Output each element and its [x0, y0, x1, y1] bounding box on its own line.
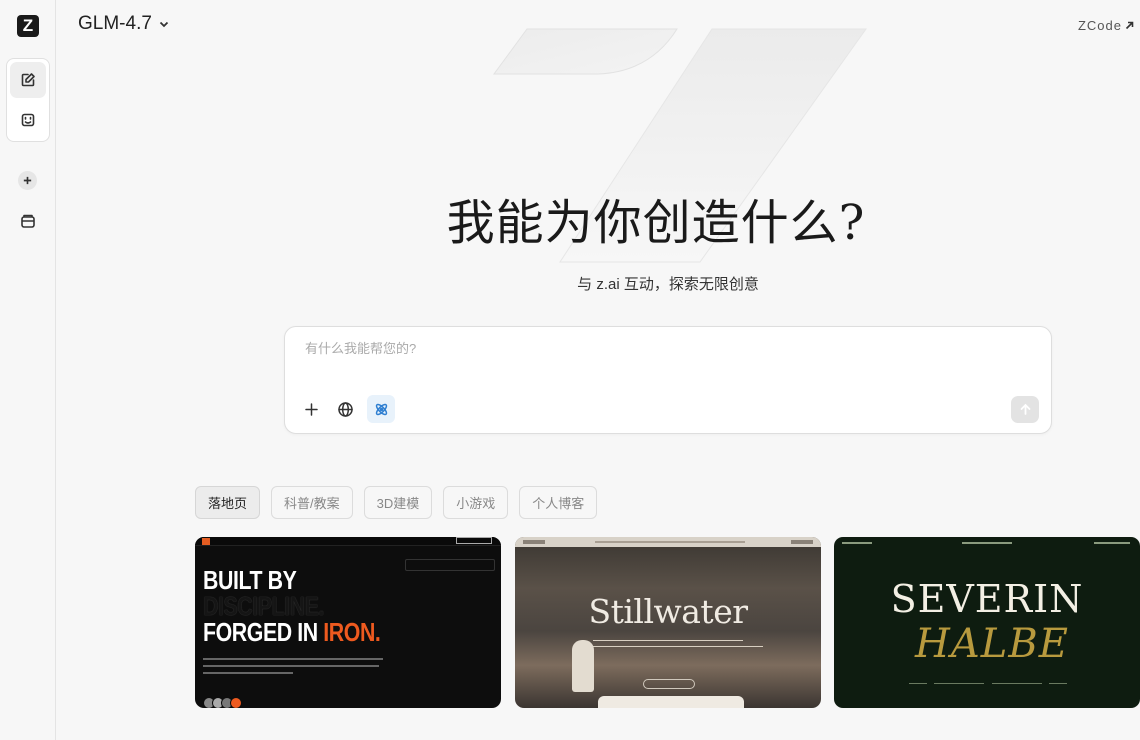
card-search-bar	[405, 559, 495, 571]
card-cta-button	[456, 537, 492, 544]
divider	[909, 683, 927, 684]
category-tabs: 落地页 科普/教案 3D建模 小游戏 个人博客	[195, 486, 598, 519]
avatar	[230, 697, 242, 708]
hero-subtitle: 与 z.ai 互动，探索无限创意	[577, 276, 759, 293]
web-search-button[interactable]	[331, 395, 359, 423]
zcode-link[interactable]: ZCode	[1078, 18, 1135, 33]
arrow-up-icon	[1020, 403, 1030, 415]
new-chat-button[interactable]	[10, 62, 46, 98]
card-body-text-lines	[203, 658, 393, 674]
divider	[1049, 683, 1067, 684]
example-card-stillwater[interactable]: Stillwater	[515, 537, 821, 708]
card-headline-3b: IRON.	[323, 617, 381, 647]
arrow-up-right-icon	[1125, 21, 1134, 30]
card-bottom-bar	[598, 696, 744, 708]
category-tab-3d-modeling[interactable]: 3D建模	[363, 486, 433, 519]
card-nav-bar	[515, 537, 821, 547]
divider	[934, 683, 984, 684]
hero-title: 我能为你创造什么?	[446, 195, 866, 251]
card-title: Stillwater	[588, 592, 748, 631]
card-name-first: SEVERIN	[890, 577, 1084, 621]
example-card-iron[interactable]: BUILT BY DISCIPLINE. FORGED IN IRON.	[195, 537, 501, 708]
category-tab-mini-games[interactable]: 小游戏	[443, 486, 509, 519]
card-cta-button	[643, 679, 695, 689]
atom-icon	[375, 403, 387, 415]
sidebar-nav-group	[6, 58, 50, 142]
model-selector[interactable]: GLM-4.7	[78, 13, 170, 35]
deep-think-button[interactable]	[367, 395, 395, 423]
divider	[992, 683, 1042, 684]
prompt-input[interactable]	[305, 341, 1005, 356]
robot-face-icon	[21, 113, 35, 127]
avatar-group	[203, 697, 242, 708]
card-headline-2: DISCIPLINE.	[203, 591, 325, 621]
model-name: GLM-4.7	[78, 13, 152, 34]
example-card-severin[interactable]: SEVERIN HALBE	[834, 537, 1140, 708]
card-nav-bar	[842, 542, 1130, 544]
globe-icon	[337, 401, 353, 417]
sidebar: Z	[0, 0, 56, 740]
brand-logo	[202, 538, 210, 545]
agents-button[interactable]	[10, 102, 46, 138]
attach-button[interactable]	[297, 395, 325, 423]
card-headline-3: FORGED IN IRON.	[203, 617, 381, 647]
category-tab-landing-page[interactable]: 落地页	[195, 486, 261, 519]
send-button[interactable]	[1011, 396, 1039, 423]
chevron-down-icon	[159, 21, 169, 28]
plus-icon	[304, 402, 318, 416]
card-headline-1: BUILT BY	[203, 565, 297, 595]
prompt-composer	[284, 326, 1052, 434]
card-headline-3a: FORGED IN	[203, 617, 324, 647]
z-logo[interactable]: Z	[17, 15, 39, 37]
category-tab-personal-blog[interactable]: 个人博客	[519, 486, 598, 519]
category-tab-education[interactable]: 科普/教案	[271, 486, 353, 519]
edit-icon	[21, 73, 35, 87]
card-nav-bar	[195, 537, 501, 546]
zcode-label: ZCode	[1077, 18, 1122, 33]
figure-image	[572, 640, 594, 692]
card-name-last: HALBE	[915, 621, 1069, 667]
